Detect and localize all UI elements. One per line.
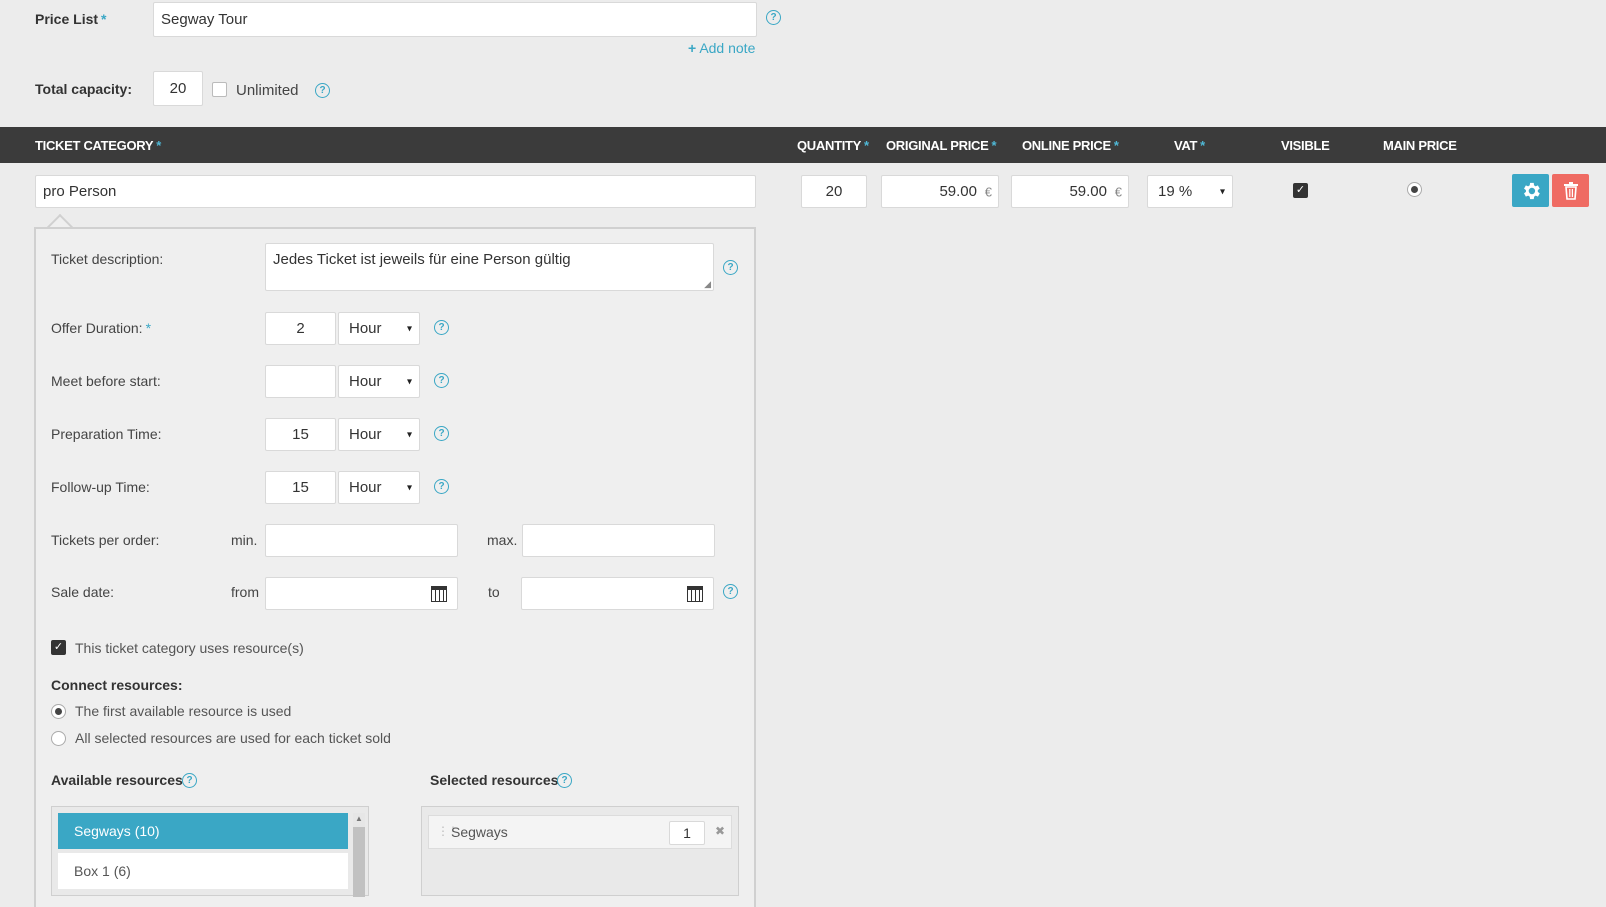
main-price-radio[interactable] [1407, 182, 1422, 197]
followup-unit-select[interactable]: Hour ▾ [338, 471, 420, 504]
list-item[interactable]: Segways (10) [58, 813, 348, 849]
uses-resources-checkbox[interactable]: ✓ [51, 640, 66, 655]
header-ticket-category: TICKET CATEGORY * [35, 138, 162, 153]
first-available-radio[interactable] [51, 704, 66, 719]
scrollbar[interactable]: ▲ [353, 813, 365, 897]
all-selected-label: All selected resources are used for each… [75, 730, 391, 746]
offer-duration-input[interactable] [265, 312, 336, 345]
resize-handle-icon[interactable]: ◢ [704, 279, 711, 290]
available-resources-label: Available resources [51, 772, 183, 788]
followup-time-label: Follow-up Time: [51, 479, 150, 495]
price-list-help-icon[interactable]: ? [766, 10, 781, 25]
euro-icon: € [984, 184, 992, 199]
selected-resources-label: Selected resources [430, 772, 559, 788]
price-list-input[interactable] [153, 2, 757, 37]
capacity-help-icon[interactable]: ? [315, 83, 330, 98]
min-label: min. [231, 532, 258, 548]
tickets-per-order-label: Tickets per order: [51, 532, 160, 548]
offer-duration-help-icon[interactable]: ? [434, 320, 449, 335]
from-label: from [231, 584, 259, 600]
available-resources-help-icon[interactable]: ? [182, 773, 197, 788]
connect-resources-label: Connect resources: [51, 677, 183, 693]
uses-resources-label: This ticket category uses resource(s) [75, 640, 304, 656]
gear-icon [1523, 182, 1540, 199]
quantity-input[interactable] [801, 175, 867, 208]
chevron-down-icon: ▾ [406, 376, 412, 387]
followup-time-input[interactable] [265, 471, 336, 504]
chevron-down-icon: ▾ [406, 323, 412, 334]
unlimited-label: Unlimited [236, 82, 299, 99]
max-tickets-input[interactable] [522, 524, 715, 557]
selected-resources-list[interactable]: ⋮⋮ Segways ✖ [421, 806, 739, 896]
chevron-down-icon: ▾ [406, 482, 412, 493]
preparation-unit-select[interactable]: Hour ▾ [338, 418, 420, 451]
header-online-price: ONLINE PRICE * [1022, 138, 1119, 153]
selected-resource-item[interactable]: ⋮⋮ Segways ✖ [428, 815, 732, 849]
sale-date-from-input[interactable] [265, 577, 458, 610]
calendar-icon[interactable] [431, 586, 447, 602]
all-selected-radio[interactable] [51, 731, 66, 746]
max-label: max. [487, 532, 518, 548]
sale-date-to-input[interactable] [521, 577, 714, 610]
chevron-down-icon: ▾ [406, 429, 412, 440]
online-price-field[interactable]: € [1011, 175, 1129, 208]
ticket-description-textarea[interactable]: Jedes Ticket ist jeweils für eine Person… [265, 243, 714, 291]
meet-before-unit-select[interactable]: Hour ▾ [338, 365, 420, 398]
original-price-input[interactable] [881, 175, 999, 208]
meet-before-help-icon[interactable]: ? [434, 373, 449, 388]
total-capacity-label: Total capacity: [35, 81, 132, 97]
list-item[interactable]: Box 1 (6) [58, 853, 348, 889]
close-icon[interactable]: ✖ [715, 824, 725, 838]
price-list-label: Price List * [35, 11, 107, 27]
total-capacity-input[interactable] [153, 71, 203, 106]
header-vat: VAT * [1174, 138, 1205, 153]
min-tickets-input[interactable] [265, 524, 458, 557]
calendar-icon[interactable] [687, 586, 703, 602]
header-quantity: QUANTITY * [797, 138, 869, 153]
unlimited-checkbox[interactable] [212, 82, 227, 97]
sale-date-help-icon[interactable]: ? [723, 584, 738, 599]
offer-duration-unit-select[interactable]: Hour ▾ [338, 312, 420, 345]
header-main-price: MAIN PRICE [1383, 138, 1457, 153]
preparation-help-icon[interactable]: ? [434, 426, 449, 441]
selected-resources-help-icon[interactable]: ? [557, 773, 572, 788]
euro-icon: € [1114, 184, 1122, 199]
vat-select[interactable]: 19 % ▾ [1147, 175, 1233, 208]
offer-duration-label: Offer Duration: * [51, 320, 152, 336]
meet-before-input[interactable] [265, 365, 336, 398]
plus-icon: + [688, 40, 697, 56]
preparation-time-label: Preparation Time: [51, 426, 162, 442]
online-price-input[interactable] [1011, 175, 1129, 208]
header-visible: VISIBLE [1281, 138, 1330, 153]
table-header: TICKET CATEGORY * QUANTITY * ORIGINAL PRIC… [0, 127, 1606, 163]
chevron-down-icon: ▾ [1219, 186, 1225, 197]
meet-before-label: Meet before start: [51, 373, 161, 389]
scrollbar-thumb[interactable] [353, 827, 365, 897]
add-note-link[interactable]: + Add note [688, 40, 755, 56]
ticket-description-label: Ticket description: [51, 251, 164, 267]
ticket-description-help-icon[interactable]: ? [723, 260, 738, 275]
ticket-category-input[interactable] [35, 175, 756, 208]
available-resources-list[interactable]: Segways (10) Box 1 (6) ▲ [51, 806, 369, 897]
settings-button[interactable] [1512, 174, 1549, 207]
sale-date-label: Sale date: [51, 584, 115, 600]
original-price-field[interactable]: € [881, 175, 999, 208]
first-available-label: The first available resource is used [75, 703, 292, 719]
to-label: to [488, 584, 500, 600]
resource-quantity-input[interactable] [669, 821, 705, 845]
header-original-price: ORIGINAL PRICE * [886, 138, 997, 153]
scroll-up-icon[interactable]: ▲ [353, 813, 365, 825]
delete-button[interactable] [1552, 174, 1589, 207]
preparation-time-input[interactable] [265, 418, 336, 451]
followup-help-icon[interactable]: ? [434, 479, 449, 494]
visible-checkbox[interactable]: ✓ [1293, 183, 1308, 198]
trash-icon [1563, 181, 1578, 200]
